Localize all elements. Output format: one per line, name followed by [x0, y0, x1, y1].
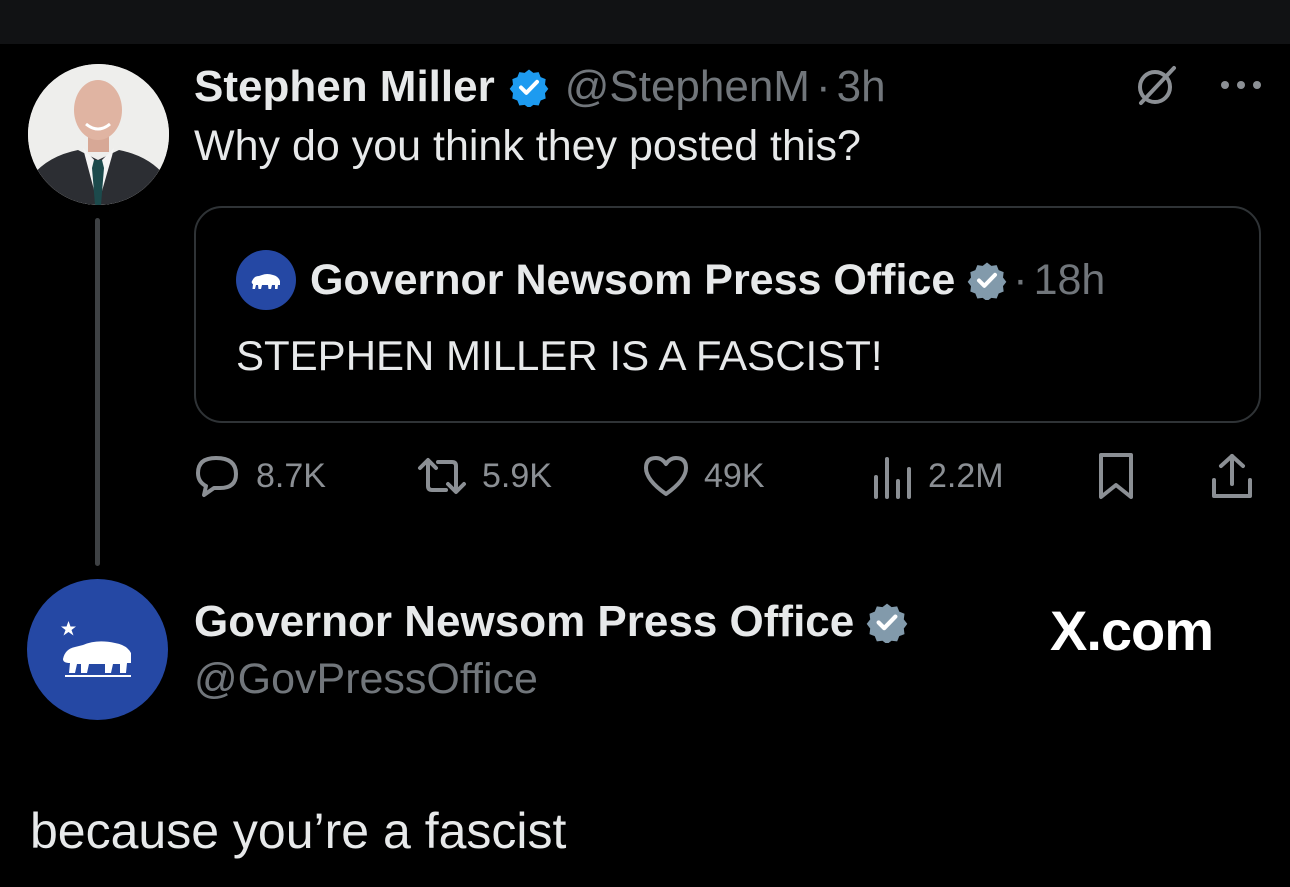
repost-button[interactable]: 5.9K [416, 448, 552, 504]
tweet-text: Why do you think they posted this? [194, 122, 861, 170]
tweet-action-bar: 8.7K 5.9K 49K 2.2M [194, 448, 1259, 504]
tweet-header-actions [1134, 62, 1264, 112]
bookmark-icon [1099, 453, 1133, 499]
quoted-author-name[interactable]: Governor Newsom Press Office [310, 256, 955, 305]
more-options-icon[interactable] [1218, 78, 1264, 96]
avatar[interactable] [27, 579, 168, 720]
california-bear-icon [251, 274, 280, 289]
repost-count: 5.9K [482, 456, 552, 495]
quoted-timestamp[interactable]: 18h [1034, 256, 1106, 305]
reply-author-handle[interactable]: @GovPressOffice [194, 655, 908, 704]
tweet-header: Stephen Miller @StephenM · 3h [194, 60, 886, 114]
analytics-icon [874, 457, 911, 499]
heart-icon [644, 456, 688, 496]
author-name[interactable]: Stephen Miller [194, 62, 495, 112]
grok-icon[interactable] [1134, 62, 1180, 113]
repost-icon [418, 458, 466, 494]
avatar [236, 250, 296, 310]
quoted-tweet-text: STEPHEN MILLER IS A FASCIST! [236, 332, 883, 379]
verified-badge-icon [509, 67, 549, 107]
reply-icon [196, 456, 238, 497]
share-button[interactable] [1210, 448, 1254, 504]
reply-count: 8.7K [256, 456, 326, 495]
avatar[interactable] [28, 64, 169, 205]
quoted-tweet-header: Governor Newsom Press Office · 18h [236, 250, 1105, 310]
verified-badge-icon [866, 601, 908, 643]
reply-author-row: Governor Newsom Press Office [194, 595, 908, 649]
reply-text: because you’re a fascist [30, 803, 567, 859]
views-button[interactable]: 2.2M [870, 448, 1004, 504]
verified-badge-icon [967, 260, 1007, 300]
person-photo-icon [28, 64, 169, 205]
timestamp[interactable]: 3h [837, 62, 886, 112]
reply-author-block: Governor Newsom Press Office @GovPressOf… [194, 595, 908, 704]
reply-author-name[interactable]: Governor Newsom Press Office [194, 597, 854, 647]
bookmark-button[interactable] [1096, 448, 1136, 504]
like-count: 49K [704, 456, 765, 495]
view-count: 2.2M [928, 456, 1004, 495]
separator-dot: · [1013, 255, 1028, 304]
author-handle[interactable]: @StephenM [565, 62, 810, 112]
separator-dot: · [815, 62, 831, 111]
thread-connector [95, 218, 100, 566]
xcom-watermark: X.com [1050, 599, 1214, 662]
share-icon [1212, 454, 1252, 498]
status-bar [0, 0, 1290, 44]
like-button[interactable]: 49K [642, 448, 765, 504]
california-bear-icon [61, 621, 131, 677]
reply-button[interactable]: 8.7K [194, 448, 326, 504]
quoted-tweet-card[interactable]: Governor Newsom Press Office · 18h STEPH… [194, 206, 1261, 423]
